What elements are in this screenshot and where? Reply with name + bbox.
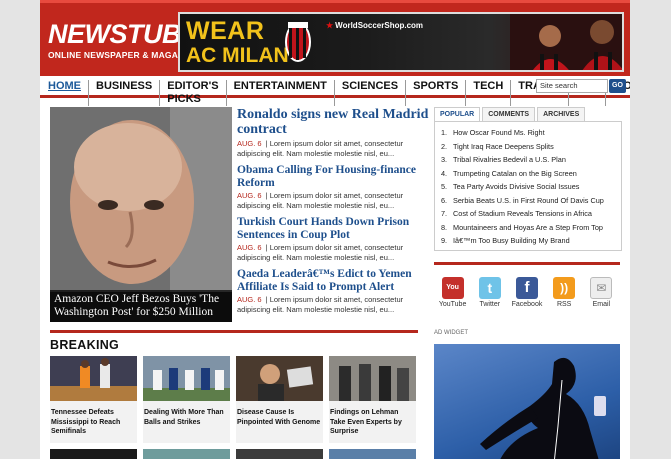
breaking-thumbnail [236, 356, 323, 401]
thumbnail[interactable] [236, 449, 323, 459]
ad-headline-2: AC MILAN [186, 44, 289, 67]
twitter-icon: t [478, 277, 501, 299]
nav-editors-picks[interactable]: EDITOR'S PICKS [159, 80, 225, 106]
social-label: RSS [556, 301, 572, 308]
sidebar-tabs: POPULAR COMMENTS ARCHIVES [434, 107, 622, 121]
ad-headline-1: WEAR [186, 17, 265, 45]
featured-story[interactable]: Amazon CEO Jeff Bezos Buys 'The Washingt… [50, 107, 232, 322]
social-label: YouTube [438, 301, 467, 308]
story-excerpt: AUG. 6 | Lorem ipsum dolor sit amet, con… [237, 295, 404, 314]
breaking-caption[interactable]: Dealing With More Than Balls and Strikes [143, 406, 230, 429]
breaking-caption[interactable]: Tennessee Defeats Mississippi to Reach S… [50, 406, 137, 439]
players-photo [510, 14, 622, 70]
site-logo[interactable]: NEWSTUBE [48, 19, 199, 50]
ad-widget[interactable] [434, 344, 620, 459]
breaking-heading: BREAKING [50, 338, 120, 352]
list-item[interactable]: 6. Serbia Beats U.S. in First Round Of Da… [441, 194, 615, 208]
twitter-link[interactable]: t Twitter [473, 277, 506, 321]
rss-icon: )) [553, 277, 576, 299]
story-date: AUG. 6 [237, 295, 262, 304]
top-stories-list: Ronaldo signs new Real Madrid contract A… [237, 107, 429, 320]
social-label: Twitter [479, 301, 501, 308]
list-item[interactable]: 4. Trumpeting Catalan on the Big Screen [441, 167, 615, 181]
page-background-right [630, 0, 671, 459]
banner-ad[interactable]: WEAR AC MILAN ★ WorldSoccerShop.com [178, 12, 624, 72]
breaking-card[interactable]: Tennessee Defeats Mississippi to Reach S… [50, 356, 137, 443]
social-links: You YouTube t Twitter f Facebook )) RSS … [434, 277, 620, 321]
sidebar: POPULAR COMMENTS ARCHIVES 1. How Oscar Fo… [434, 107, 622, 459]
thumbnail[interactable] [143, 449, 230, 459]
facebook-link[interactable]: f Facebook [510, 277, 543, 321]
ad-widget-label: AD WIDGET [434, 330, 468, 336]
list-item[interactable]: 3. Tribal Rivalries Bedevil a U.S. Plan [441, 153, 615, 167]
list-item[interactable]: 9. Iâ€™m Too Busy Building My Brand [441, 234, 615, 248]
breaking-caption[interactable]: Findings on Lehman Take Even Experts by … [329, 406, 416, 439]
search-input[interactable]: Site search [536, 79, 608, 93]
story-title[interactable]: Turkish Court Hands Down Prison Sentence… [237, 216, 429, 241]
star-icon: ★ [326, 21, 334, 30]
story-item: Turkish Court Hands Down Prison Sentence… [237, 216, 429, 263]
site-tagline: ONLINE NEWSPAPER & MAGAZINE [48, 50, 199, 60]
nav-tech[interactable]: TECH [465, 80, 510, 106]
popular-list: 1. How Oscar Found Ms. Right 2. Tight Iraq… [434, 121, 622, 251]
nav-sports[interactable]: SPORTS [405, 80, 465, 106]
nav-business[interactable]: BUSINESS [88, 80, 159, 106]
breaking-thumbnail [329, 356, 416, 401]
ac-milan-crest-icon [285, 22, 311, 62]
story-title[interactable]: Ronaldo signs new Real Madrid contract [237, 107, 429, 137]
social-label: Email [592, 301, 611, 308]
section-divider [50, 330, 418, 333]
breaking-card[interactable]: Disease Cause Is Pinpointed With Genome [236, 356, 323, 443]
nav-entertainment[interactable]: ENTERTAINMENT [225, 80, 334, 106]
rss-link[interactable]: )) RSS [548, 277, 581, 321]
tab-archives[interactable]: ARCHIVES [537, 107, 586, 121]
featured-caption[interactable]: Amazon CEO Jeff Bezos Buys 'The Washingt… [50, 290, 232, 322]
story-date: AUG. 6 [237, 139, 262, 148]
email-link[interactable]: ✉ Email [585, 277, 618, 321]
breaking-card[interactable]: Findings on Lehman Take Even Experts by … [329, 356, 416, 443]
thumbnail[interactable] [329, 449, 416, 459]
main-navigation: HOME BUSINESS EDITOR'S PICKS ENTERTAINME… [40, 76, 630, 106]
story-item: Qaeda Leaderâ€™s Edict to Yemen Affiliat… [237, 268, 429, 315]
tab-popular[interactable]: POPULAR [434, 107, 481, 121]
facebook-icon: f [515, 277, 538, 299]
list-item[interactable]: 7. Cost of Stadium Reveals Tensions in Af… [441, 207, 615, 221]
sidebar-divider [434, 262, 620, 265]
page-container: NEWSTUBE ONLINE NEWSPAPER & MAGAZINE WEA… [40, 0, 630, 459]
tab-comments[interactable]: COMMENTS [482, 107, 536, 121]
social-label: Facebook [511, 301, 543, 308]
story-date: AUG. 6 [237, 191, 262, 200]
list-item[interactable]: 2. Tight Iraq Race Deepens Splits [441, 140, 615, 154]
youtube-link[interactable]: You YouTube [436, 277, 469, 321]
silhouette-ad-image [480, 357, 606, 459]
site-header: NEWSTUBE ONLINE NEWSPAPER & MAGAZINE WEA… [40, 0, 630, 76]
page-background-left [0, 0, 40, 459]
thumbnail[interactable] [50, 449, 137, 459]
breaking-thumbnail [50, 356, 137, 401]
story-title[interactable]: Obama Calling For Housing-finance Reform [237, 164, 429, 189]
email-icon: ✉ [590, 277, 613, 299]
story-title[interactable]: Qaeda Leaderâ€™s Edict to Yemen Affiliat… [237, 268, 429, 293]
youtube-icon: You [441, 277, 464, 299]
list-item[interactable]: 8. Mountaineers and Hoyas Are a Step From… [441, 221, 615, 235]
ad-shop-name: ★ WorldSoccerShop.com [326, 21, 424, 30]
story-item: Ronaldo signs new Real Madrid contract A… [237, 107, 429, 159]
nav-home[interactable]: HOME [46, 80, 88, 106]
nav-sciences[interactable]: SCIENCES [333, 80, 405, 106]
next-row-thumbnails [50, 449, 420, 459]
breaking-card[interactable]: Dealing With More Than Balls and Strikes [143, 356, 230, 443]
story-excerpt: AUG. 6 | Lorem ipsum dolor sit amet, con… [237, 139, 404, 158]
breaking-caption[interactable]: Disease Cause Is Pinpointed With Genome [236, 406, 323, 429]
story-excerpt: AUG. 6 | Lorem ipsum dolor sit amet, con… [237, 191, 404, 210]
breaking-thumbnail [143, 356, 230, 401]
story-excerpt: AUG. 6 | Lorem ipsum dolor sit amet, con… [237, 243, 404, 262]
search-button[interactable]: GO [609, 79, 626, 93]
list-item[interactable]: 1. How Oscar Found Ms. Right [441, 126, 615, 140]
story-date: AUG. 6 [237, 243, 262, 252]
breaking-grid: Tennessee Defeats Mississippi to Reach S… [50, 356, 420, 443]
story-item: Obama Calling For Housing-finance Reform… [237, 164, 429, 211]
list-item[interactable]: 5. Tea Party Avoids Divisive Social Issue… [441, 180, 615, 194]
